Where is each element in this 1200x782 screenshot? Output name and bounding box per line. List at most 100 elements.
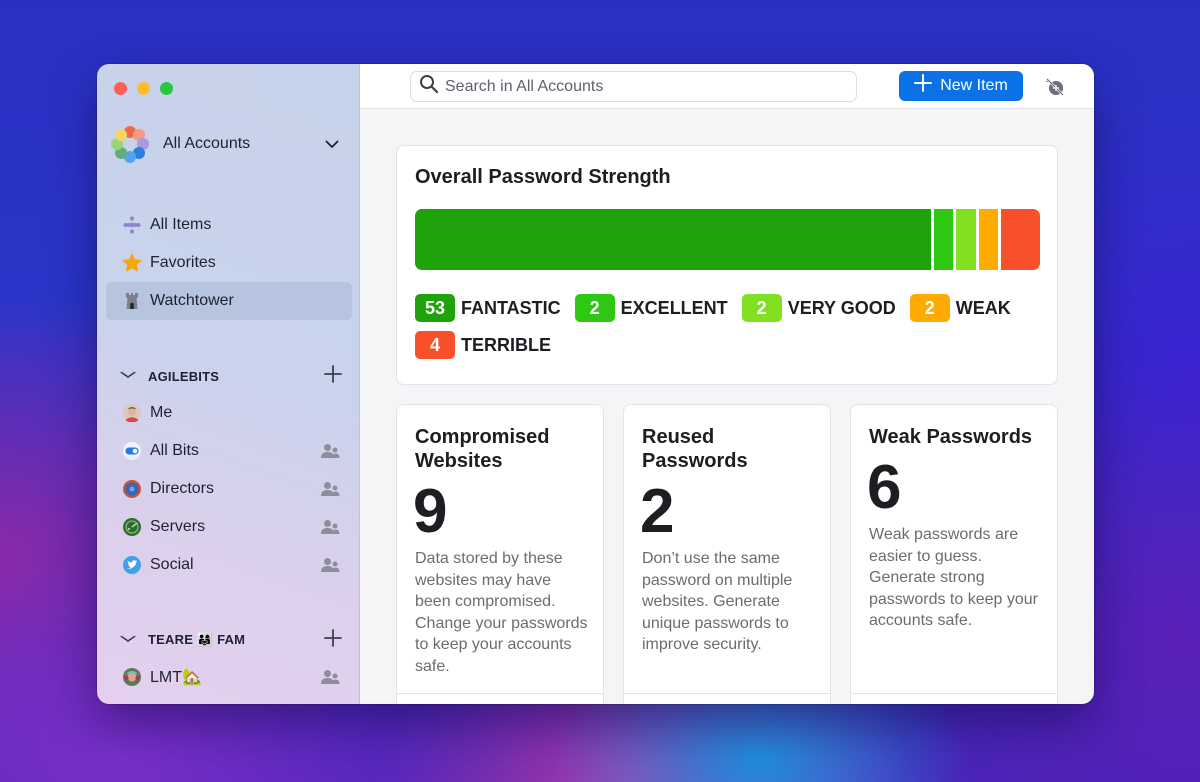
user-avatar-icon (122, 667, 142, 687)
shared-vault-icon (321, 481, 340, 502)
weak-passwords-card[interactable]: Weak Passwords 6 Weak passwords are easi… (850, 404, 1058, 704)
count-badge: 2 (574, 294, 615, 322)
agilebits-vaults: Me All Bits Directors Servers Social (106, 394, 352, 584)
stat-description: Don’t use the same password on multiple … (642, 550, 793, 653)
strength-legend: 53 FANTASTIC 2 EXCELLENT 2 VERY GOOD 2 WEAK 4 TER… (415, 294, 1035, 359)
all-items-icon (122, 215, 142, 235)
vault-item-social[interactable]: Social (106, 546, 352, 584)
star-icon (122, 253, 142, 273)
section-title: TEARE 👨‍👩‍👧 FAM (148, 632, 246, 647)
search-icon (419, 74, 439, 99)
add-vault-button[interactable] (324, 364, 342, 388)
strength-segment-fantastic (415, 209, 931, 270)
zoom-window-button[interactable] (160, 82, 173, 95)
stat-title: Reused Passwords (642, 426, 748, 472)
main-content: New Item Overall Password Strength 53 FAN… (360, 64, 1094, 704)
stat-value: 6 (867, 453, 902, 522)
watchtower-disabled-icon[interactable] (1044, 76, 1068, 98)
strength-title: Overall Password Strength (415, 166, 671, 188)
minimize-window-button[interactable] (137, 82, 150, 95)
password-strength-card: Overall Password Strength 53 FANTASTIC 2 EX… (396, 145, 1058, 385)
sidebar-item-label: Watchtower (150, 292, 234, 309)
servers-vault-icon (122, 517, 142, 537)
section-title: AGILEBITS (148, 368, 220, 384)
vault-item-all-bits[interactable]: All Bits (106, 432, 352, 470)
watchtower-icon (122, 291, 142, 311)
vault-item-lmt[interactable]: LMT🏡 (106, 658, 352, 696)
stat-value: 9 (413, 477, 448, 546)
legend-item-weak[interactable]: 2 WEAK (909, 294, 1011, 322)
account-name: All Accounts (163, 135, 251, 152)
compromised-websites-card[interactable]: Compromised Websites 9 Data stored by th… (396, 404, 604, 704)
sidebar-item-label: Favorites (150, 254, 216, 271)
legend-label: WEAK (955, 297, 1011, 318)
close-window-button[interactable] (114, 82, 127, 95)
shared-vault-icon (321, 443, 340, 464)
vault-label: Me (150, 404, 173, 421)
stat-title: Compromised Websites (415, 426, 550, 472)
card-divider (851, 693, 1057, 694)
toolbar: New Item (360, 64, 1094, 109)
user-avatar-icon (122, 403, 142, 423)
legend-label: VERY GOOD (787, 297, 896, 318)
legend-item-excellent[interactable]: 2 EXCELLENT (574, 294, 728, 322)
main-nav: All Items Favorites Watchtower (106, 206, 352, 320)
search-field[interactable] (410, 71, 857, 102)
vault-item-servers[interactable]: Servers (106, 508, 352, 546)
section-header-teare-fam[interactable]: TEARE 👨‍👩‍👧 FAM (120, 628, 342, 652)
search-input[interactable] (445, 77, 845, 96)
plus-icon (914, 73, 933, 97)
count-badge: 2 (909, 294, 950, 322)
vault-item-directors[interactable]: Directors (106, 470, 352, 508)
accounts-logo-icon (111, 125, 149, 163)
vault-label: Servers (150, 518, 206, 535)
stat-description: Data stored by these websites may have b… (415, 550, 588, 675)
stat-title: Weak Passwords (869, 426, 1033, 448)
twitter-icon (122, 555, 142, 575)
card-divider (624, 693, 830, 694)
strength-segment-terrible (1001, 209, 1040, 270)
legend-label: EXCELLENT (620, 297, 728, 318)
vault-label: LMT🏡 (150, 669, 202, 686)
vault-label: Directors (150, 480, 215, 497)
sidebar-item-all-items[interactable]: All Items (106, 206, 352, 244)
stat-value: 2 (640, 477, 675, 546)
sidebar-item-favorites[interactable]: Favorites (106, 244, 352, 282)
shared-vault-icon (321, 519, 340, 540)
reused-passwords-card[interactable]: Reused Passwords 2 Don’t use the same pa… (623, 404, 831, 704)
strength-segment-weak (978, 209, 999, 270)
window-controls (114, 82, 173, 95)
chevron-down-icon[interactable] (120, 634, 136, 646)
card-divider (397, 693, 603, 694)
legend-item-very-good[interactable]: 2 VERY GOOD (741, 294, 896, 322)
count-badge: 4 (415, 331, 455, 359)
count-badge: 2 (741, 294, 782, 322)
directors-vault-icon (122, 479, 142, 499)
add-vault-button[interactable] (324, 628, 342, 652)
strength-segment-very-good (956, 209, 976, 270)
sidebar-item-label: All Items (150, 216, 212, 233)
legend-label: FANTASTIC (461, 297, 561, 318)
chevron-down-icon[interactable] (120, 370, 136, 382)
legend-item-terrible[interactable]: 4 TERRIBLE (415, 331, 551, 359)
section-header-agilebits[interactable]: AGILEBITS (120, 364, 342, 388)
shared-vault-icon (321, 669, 340, 690)
legend-label: TERRIBLE (461, 334, 551, 355)
account-switcher[interactable]: All Accounts (111, 124, 343, 164)
chevron-down-icon[interactable] (325, 136, 339, 152)
toggle-vault-icon (122, 441, 142, 461)
count-badge: 53 (415, 294, 455, 322)
new-item-label: New Item (940, 77, 1008, 94)
vault-label: All Bits (150, 442, 199, 459)
teare-fam-vaults: LMT🏡 (106, 658, 352, 696)
legend-item-fantastic[interactable]: 53 FANTASTIC (415, 294, 561, 322)
strength-bar (415, 209, 1040, 270)
new-item-button[interactable]: New Item (899, 71, 1023, 101)
vault-item-me[interactable]: Me (106, 394, 352, 432)
sidebar: All Accounts All Items Favorites Watchto… (97, 64, 360, 704)
vault-label: Social (150, 556, 194, 573)
sidebar-item-watchtower[interactable]: Watchtower (106, 282, 352, 320)
stat-description: Weak passwords are easier to guess. Gene… (869, 526, 1038, 629)
strength-segment-excellent (933, 209, 954, 270)
shared-vault-icon (321, 557, 340, 578)
